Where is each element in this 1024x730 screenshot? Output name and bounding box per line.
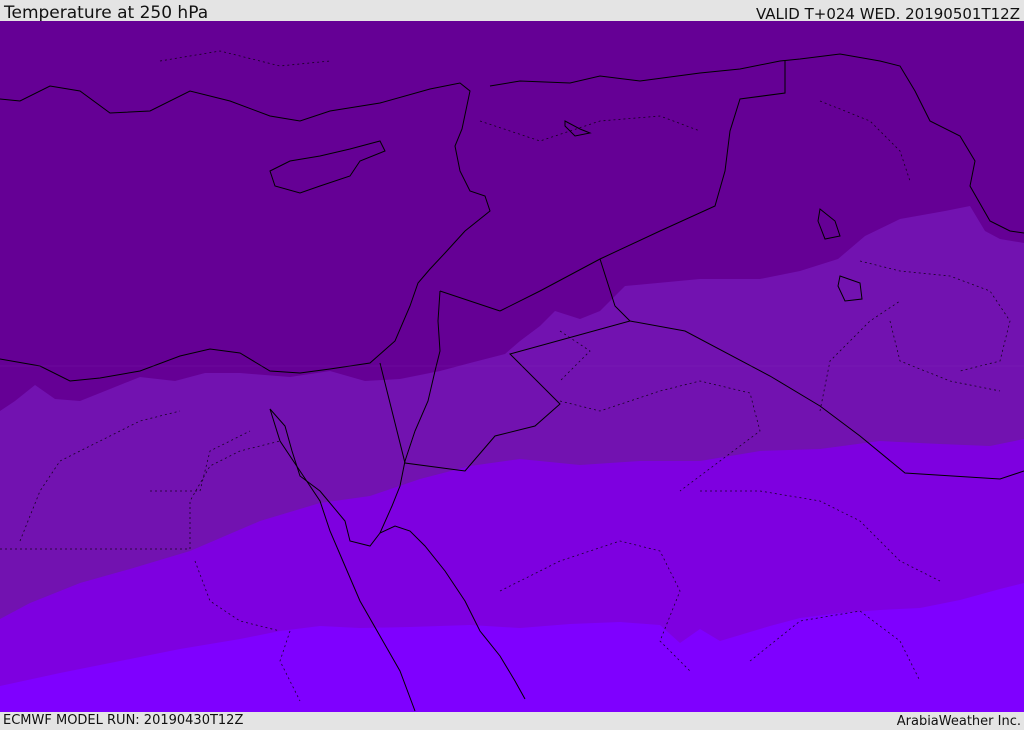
- map-canvas: [0, 21, 1024, 712]
- map-title: Temperature at 250 hPa: [4, 3, 209, 23]
- header-bar: Temperature at 250 hPa VALID T+024 WED. …: [0, 0, 1024, 23]
- footer-bar: ECMWF MODEL RUN: 20190430T12Z ArabiaWeat…: [0, 712, 1024, 729]
- temperature-map[interactable]: [0, 21, 1024, 712]
- model-run: ECMWF MODEL RUN: 20190430T12Z: [3, 713, 244, 728]
- credit-text: ArabiaWeather Inc.: [896, 714, 1021, 729]
